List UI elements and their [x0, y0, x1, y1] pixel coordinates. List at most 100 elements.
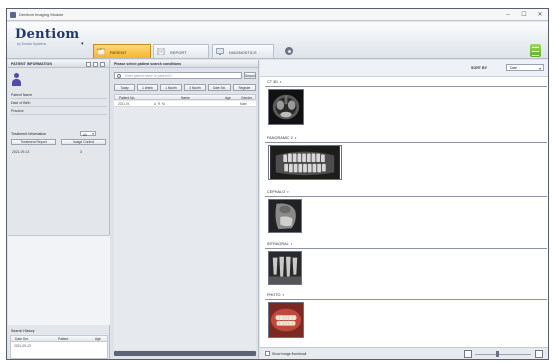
zoom-slider[interactable]: [475, 353, 531, 355]
group-label-panoramic[interactable]: PANORAMIC 2 ▾: [267, 136, 296, 140]
settings-gear-icon[interactable]: [285, 47, 293, 55]
brand-dropdown-icon[interactable]: ▾: [81, 41, 84, 47]
group-divider: [265, 86, 547, 87]
panel-pin-icon[interactable]: [93, 61, 98, 67]
filter-register[interactable]: Register: [233, 84, 256, 91]
group-divider: [265, 248, 547, 249]
filter-3-month[interactable]: 3 Month: [184, 84, 206, 91]
cell-gender: Male: [240, 102, 247, 106]
sort-by-select[interactable]: Date ▾: [506, 64, 544, 71]
group-label-ct[interactable]: CT 3D ▾: [267, 80, 281, 84]
search-icon: [117, 74, 121, 78]
panel-back-icon[interactable]: [86, 61, 91, 67]
patient-search-input[interactable]: Enter patient name or patient ID: [114, 72, 242, 79]
search-history-table: Date Ser. Patient Age 2021-09-13: [10, 335, 108, 359]
tab-diagnostics[interactable]: DIAGNOSTICS: [212, 44, 274, 58]
treatment-report-button[interactable]: Treatment Report: [11, 139, 56, 145]
image-gallery-panel: SORT BY Date ▾ CT 3D ▾ PANORAMIC 2 ▾ CEP…: [260, 60, 548, 359]
monitor-icon: [216, 48, 224, 55]
window-title: Dentiom Imaging Module: [19, 12, 64, 17]
zoom-out-icon[interactable]: [464, 350, 472, 358]
ct-scan-thumbnail[interactable]: [268, 89, 304, 125]
close-button[interactable]: ✕: [534, 10, 546, 20]
treatment-list-area: [8, 235, 110, 325]
field-practice: Practice: [11, 109, 24, 113]
show-thumbnail-checkbox[interactable]: [265, 351, 270, 356]
ribbon-bar: Dentiom by Dental Systems ▾ PATIENT REPO…: [7, 22, 548, 59]
divider: [11, 106, 107, 107]
patient-info-panel: PATIENT INFORMATION Patient Name Date of…: [8, 60, 110, 359]
search-history-row[interactable]: 2021-09-13: [14, 344, 31, 348]
maximize-button[interactable]: ☐: [518, 10, 530, 20]
zoom-slider-handle[interactable]: [496, 351, 499, 357]
col-age[interactable]: Age: [95, 337, 101, 341]
search-history-header: Date Ser. Patient Age: [11, 336, 107, 342]
col-name[interactable]: Name: [181, 96, 190, 100]
col-gender[interactable]: Gender: [241, 96, 252, 100]
tab-report[interactable]: REPORT: [153, 44, 209, 58]
menu-button[interactable]: [530, 44, 541, 57]
group-label-cephalo[interactable]: CEPHALO ▾: [267, 190, 289, 194]
treatment-filter-select[interactable]: All ▾: [80, 131, 96, 137]
chevron-down-icon: ▾: [92, 131, 94, 136]
image-control-button[interactable]: Image Control: [61, 139, 106, 145]
treatment-row-date[interactable]: 2021-09-13: [12, 150, 29, 154]
treatment-filter-value: All: [83, 132, 87, 137]
app-window: Dentiom Imaging Module – ☐ ✕ Dentiom by …: [6, 8, 549, 360]
gallery-toolbar: SORT BY Date ▾: [260, 60, 548, 77]
patient-search-panel: Please select patient search conditions …: [111, 60, 259, 359]
cephalo-thumbnail[interactable]: [268, 199, 302, 233]
patient-avatar-icon: [12, 73, 21, 86]
col-patient[interactable]: Patient: [58, 337, 68, 341]
tab-patient-label: PATIENT: [110, 49, 127, 55]
intraoral-xray-thumbnail[interactable]: [268, 251, 302, 285]
tab-patient[interactable]: PATIENT: [93, 44, 151, 58]
patient-folder-icon: [97, 48, 105, 55]
col-age[interactable]: Age: [225, 96, 231, 100]
intraoral-photo-thumbnail[interactable]: [268, 302, 304, 338]
search-conditions-header: Please select patient search conditions: [111, 60, 258, 68]
table-row[interactable]: 2021-01 A. R. M. Male: [114, 101, 256, 107]
brand-tagline: by Dental Systems: [17, 42, 47, 46]
horizontal-scrollbar[interactable]: [114, 351, 256, 356]
divider: [11, 98, 107, 99]
brand-logo: Dentiom by Dental Systems ▾: [15, 28, 85, 54]
panel-collapse-icon[interactable]: [100, 61, 105, 67]
search-history-title: Search History: [11, 329, 35, 333]
tab-report-label: REPORT: [170, 49, 187, 55]
panoramic-thumbnail[interactable]: [268, 145, 342, 180]
cell-patient-no: 2021-01: [118, 102, 130, 106]
cell-name: A. R. M.: [154, 102, 166, 106]
search-button[interactable]: Search: [244, 72, 256, 79]
field-date-of-birth: Date of Birth: [11, 101, 31, 105]
title-bar: Dentiom Imaging Module – ☐ ✕: [7, 9, 548, 21]
app-icon: [10, 12, 16, 18]
patient-table: Patient No. Name Age Gender 2021-01 A. R…: [114, 94, 256, 350]
report-icon: [157, 48, 165, 55]
field-patient-name: Patient Name: [11, 93, 33, 97]
zoom-in-icon[interactable]: [535, 350, 543, 358]
group-label-photo[interactable]: PHOTO ▾: [267, 293, 284, 297]
divider: [11, 114, 107, 115]
filter-1-month[interactable]: 1 Month: [160, 84, 182, 91]
group-divider: [265, 196, 547, 197]
group-divider: [265, 142, 547, 143]
treatment-info-label: Treatment Information: [11, 132, 47, 136]
filter-1-week[interactable]: 1 Week: [137, 84, 158, 91]
tab-diagnostics-label: DIAGNOSTICS: [229, 49, 257, 55]
group-label-intraoral[interactable]: INTRAORAL ▾: [267, 242, 292, 246]
gallery-status-bar: Show image thumbnail: [260, 347, 548, 359]
sort-by-label: SORT BY: [471, 66, 487, 70]
patient-info-header: PATIENT INFORMATION: [8, 60, 109, 68]
sort-by-value: Date: [510, 66, 518, 71]
filter-today[interactable]: Today: [114, 84, 135, 91]
col-patient-no[interactable]: Patient No.: [119, 96, 135, 100]
show-thumbnail-label: Show image thumbnail: [272, 351, 307, 356]
brand-name: Dentiom: [15, 27, 80, 42]
col-date[interactable]: Date Ser.: [15, 337, 29, 341]
filter-date-select[interactable]: Date Sel.: [208, 84, 231, 91]
patient-table-header: Patient No. Name Age Gender: [114, 94, 256, 100]
group-divider: [265, 299, 547, 300]
minimize-button[interactable]: –: [502, 10, 514, 20]
search-placeholder: Enter patient name or patient ID: [125, 74, 172, 79]
